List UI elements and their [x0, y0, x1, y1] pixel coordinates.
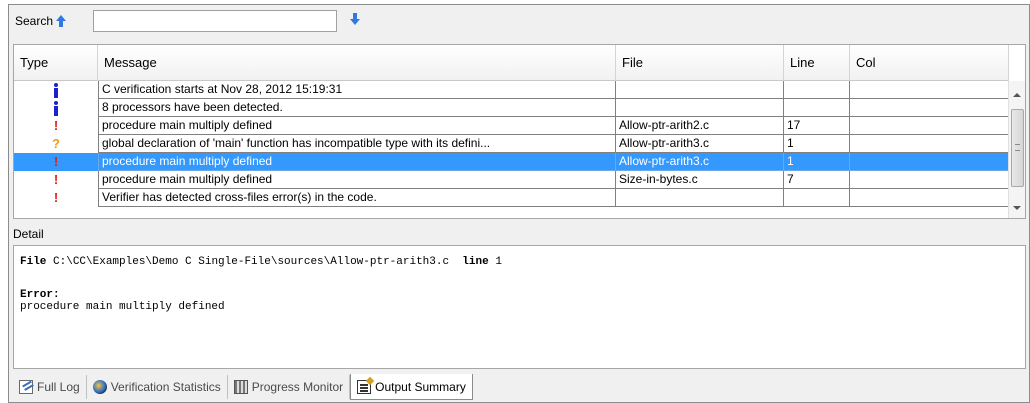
table-row[interactable]: ? global declaration of 'main' function …	[14, 135, 1009, 153]
table-row[interactable]: ! procedure main multiply defined Allow-…	[14, 117, 1009, 135]
statistics-icon	[92, 380, 107, 394]
info-icon	[53, 101, 59, 116]
column-header-type[interactable]: Type	[14, 45, 98, 81]
arrow-up-icon	[56, 15, 67, 27]
type-cell	[14, 99, 98, 117]
file-cell: Allow-ptr-arith3.c	[616, 135, 784, 153]
scroll-thumb[interactable]	[1011, 109, 1024, 187]
table-row[interactable]: ! Verifier has detected cross-files erro…	[14, 189, 1009, 207]
scroll-up-icon[interactable]	[1013, 93, 1021, 97]
search-next-button[interactable]	[349, 13, 361, 27]
error-text: procedure main multiply defined	[20, 301, 225, 313]
type-cell: !	[14, 153, 98, 171]
col-cell	[850, 171, 1009, 189]
search-label: Search	[15, 14, 54, 28]
line-cell	[784, 189, 850, 207]
type-cell: !	[14, 189, 98, 207]
col-cell	[850, 189, 1009, 207]
search-input[interactable]	[93, 10, 337, 32]
message-cell: procedure main multiply defined	[98, 153, 616, 171]
tab-output-summary[interactable]: Output Summary	[350, 374, 473, 400]
message-cell: procedure main multiply defined	[98, 171, 616, 189]
detail-label: Detail	[13, 227, 44, 241]
detail-panel: File C:\CC\Examples\Demo C Single-File\s…	[13, 245, 1026, 369]
warning-icon: ?	[52, 136, 60, 151]
line-cell: 1	[784, 135, 850, 153]
col-cell	[850, 135, 1009, 153]
file-cell	[616, 81, 784, 99]
tab-label: Progress Monitor	[251, 380, 344, 394]
vertical-scrollbar[interactable]	[1008, 81, 1025, 218]
summary-icon	[357, 379, 372, 394]
column-header-col[interactable]: Col	[850, 45, 1009, 81]
info-icon	[53, 83, 59, 98]
scroll-down-icon[interactable]	[1013, 206, 1021, 210]
error-icon: !	[53, 154, 59, 169]
message-cell: procedure main multiply defined	[98, 117, 616, 135]
table-header: Type Message File Line Col	[14, 45, 1009, 81]
file-keyword: File	[20, 256, 47, 268]
tab-verification-statistics[interactable]: Verification Statistics	[87, 375, 228, 399]
tab-label: Verification Statistics	[110, 380, 221, 394]
col-cell	[850, 117, 1009, 135]
type-cell	[14, 81, 98, 99]
tab-progress-monitor[interactable]: Progress Monitor	[228, 375, 351, 399]
arrow-down-icon	[350, 13, 360, 25]
output-summary-window: Search Type Message File Line Col C veri…	[8, 4, 1030, 403]
type-cell: ?	[14, 135, 98, 153]
line-value: 1	[495, 256, 502, 268]
file-cell: Size-in-bytes.c	[616, 171, 784, 189]
column-header-file[interactable]: File	[616, 45, 784, 81]
col-cell	[850, 99, 1009, 117]
line-keyword: line	[462, 256, 489, 268]
file-cell: Allow-ptr-arith3.c	[616, 153, 784, 171]
file-cell: Allow-ptr-arith2.c	[616, 117, 784, 135]
search-previous-button[interactable]: Search	[15, 14, 67, 28]
file-path: C:\CC\Examples\Demo C Single-File\source…	[53, 256, 450, 268]
line-cell	[784, 81, 850, 99]
message-cell: global declaration of 'main' function ha…	[98, 135, 616, 153]
tab-label: Full Log	[37, 380, 80, 394]
col-cell	[850, 81, 1009, 99]
detail-file-line: File C:\CC\Examples\Demo C Single-File\s…	[20, 256, 1019, 272]
table-row[interactable]: C verification starts at Nov 28, 2012 15…	[14, 81, 1009, 99]
file-cell	[616, 99, 784, 117]
tab-full-log[interactable]: Full Log	[13, 375, 87, 399]
line-cell: 7	[784, 171, 850, 189]
line-cell	[784, 99, 850, 117]
search-bar: Search	[9, 5, 1029, 41]
results-table: Type Message File Line Col C verificatio…	[13, 44, 1026, 219]
line-cell: 17	[784, 117, 850, 135]
type-cell: !	[14, 117, 98, 135]
column-header-line[interactable]: Line	[784, 45, 850, 81]
table-row-selected[interactable]: ! procedure main multiply defined Allow-…	[14, 153, 1009, 171]
column-header-message[interactable]: Message	[98, 45, 616, 81]
monitor-icon	[233, 380, 248, 394]
message-cell: 8 processors have been detected.	[98, 99, 616, 117]
error-icon: !	[53, 172, 59, 187]
table-row[interactable]: ! procedure main multiply defined Size-i…	[14, 171, 1009, 189]
error-icon: !	[53, 190, 59, 205]
error-label: Error:	[20, 289, 60, 301]
error-icon: !	[53, 118, 59, 133]
table-row[interactable]: 8 processors have been detected.	[14, 99, 1009, 117]
col-cell	[850, 153, 1009, 171]
message-cell: C verification starts at Nov 28, 2012 15…	[98, 81, 616, 99]
tab-label: Output Summary	[375, 379, 466, 394]
log-icon	[19, 380, 33, 394]
type-cell: !	[14, 171, 98, 189]
line-cell: 1	[784, 153, 850, 171]
message-cell: Verifier has detected cross-files error(…	[98, 189, 616, 207]
file-cell	[616, 189, 784, 207]
bottom-tab-bar: Full Log Verification Statistics Progres…	[13, 374, 473, 400]
